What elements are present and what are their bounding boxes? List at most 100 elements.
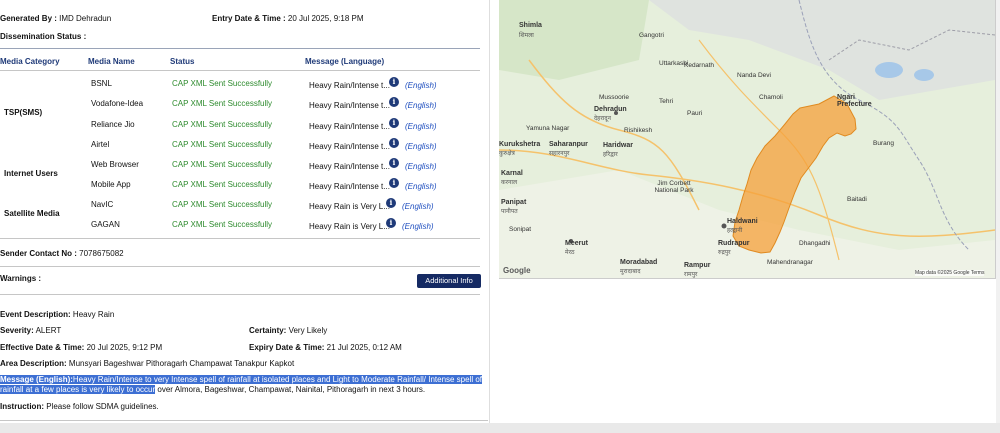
col-message-language: Message (Language) [305,57,385,66]
generated-by: Generated By : IMD Dehradun [0,14,112,23]
media-web-browser: Web Browser [91,160,139,169]
language-link[interactable]: (English) [405,81,437,90]
media-bsnl: BSNL [91,79,112,88]
status-text: CAP XML Sent Successfully [172,220,273,229]
map-label-devanagari: कुरुक्षेत्र [499,151,515,157]
map-attribution[interactable]: Map data ©2025 Google Terms [915,270,985,276]
severity: Severity: ALERT [0,326,62,335]
message-highlight: rainfall at a few places is very likely … [0,385,156,394]
expiry-datetime: Expiry Date & Time: 21 Jul 2025, 0:12 AM [249,343,402,352]
status-text: CAP XML Sent Successfully [172,99,273,108]
message-preview: Heavy Rain/Intense t... [309,81,390,90]
alert-area-map[interactable]: Shimla शिमला Gangotri Dehradun देहरादून … [499,0,996,279]
map-label-devanagari: सहारनपुर [549,151,570,157]
entry-datetime: Entry Date & Time : 20 Jul 2025, 9:18 PM [212,14,364,23]
map-label: Jim Corbett National Park [654,180,694,194]
language-link[interactable]: (English) [402,202,434,211]
map-lake [875,62,903,78]
map-label-devanagari: करनाल [501,180,518,186]
info-icon[interactable]: i [386,198,396,208]
map-label-devanagari: हल्द्वानी [727,228,743,234]
language-link[interactable]: (English) [405,162,437,171]
map-label: Baitadi [847,196,867,203]
map-label-devanagari: रामपुर [684,272,698,278]
map-label: Kurukshetra [499,141,541,148]
additional-info-button[interactable]: Additional Info [417,274,481,288]
certainty: Certainty: Very Likely [249,326,328,335]
map-label: Kedarnath [684,62,714,69]
media-mobile-app: Mobile App [91,180,131,189]
map-label-devanagari: रुद्रपुर [718,250,731,256]
info-icon[interactable]: i [389,118,399,128]
instruction: Instruction: Please follow SDMA guidelin… [0,402,159,411]
message-highlight: Heavy Rain/Intense to very Intense spell… [72,375,483,384]
message-preview: Heavy Rain is Very L... [309,202,390,211]
status-text: CAP XML Sent Successfully [172,200,273,209]
map-label: Rampur [684,262,711,269]
map-lake [914,69,934,81]
map-label: Yamuna Nagar [526,125,570,132]
message-preview: Heavy Rain/Intense t... [309,162,390,171]
page-scrollbar[interactable] [996,0,1000,433]
status-text: CAP XML Sent Successfully [172,79,273,88]
map-label: Tehri [659,98,674,105]
google-logo: Google [503,266,531,275]
info-icon[interactable]: i [389,158,399,168]
language-link[interactable]: (English) [402,222,434,231]
info-icon[interactable]: i [389,178,399,188]
category-satellite-media: Satellite Media [4,209,60,218]
map-label: Haridwar [603,142,633,149]
info-icon[interactable]: i [386,218,396,228]
category-tsp-sms: TSP(SMS) [4,108,43,117]
language-link[interactable]: (English) [405,142,437,151]
map-label-devanagari: मुरादाबाद [620,269,641,275]
status-text: CAP XML Sent Successfully [172,180,273,189]
language-link[interactable]: (English) [405,101,437,110]
map-label: Rishikesh [624,127,653,134]
map-label: Gangotri [639,32,664,39]
map-label: Dehradun [594,106,627,113]
event-description: Event Description: Heavy Rain [0,310,115,319]
status-text: CAP XML Sent Successfully [172,160,273,169]
map-canvas[interactable] [499,0,995,278]
info-icon[interactable]: i [389,77,399,87]
map-label: Karnal [501,170,523,177]
col-media-name: Media Name [88,57,135,66]
info-icon[interactable]: i [389,138,399,148]
divider [0,48,480,49]
map-label: Dhangadhi [799,240,831,247]
map-label-devanagari: मेरठ [565,250,575,256]
map-label: Shimla [519,22,542,29]
media-airtel: Airtel [91,140,110,149]
divider [0,70,480,71]
map-label: Rudrapur [718,240,750,247]
status-text: CAP XML Sent Successfully [172,120,273,129]
warnings-label: Warnings : [0,274,42,283]
map-label: Haldwani [727,218,758,225]
sender-contact: Sender Contact No : 7078675082 [0,249,124,258]
map-label: Chamoli [759,94,783,101]
map-label-devanagari: हरिद्वार [603,152,618,158]
media-vodafone-idea: Vodafone-Idea [91,99,144,108]
map-label: Sonipat [509,226,532,233]
panel-separator [489,0,490,433]
message-preview: Heavy Rain/Intense t... [309,101,390,110]
map-label: Panipat [501,199,527,206]
category-internet-users: Internet Users [4,169,58,178]
col-status: Status [170,57,195,66]
status-text: CAP XML Sent Successfully [172,140,273,149]
info-icon[interactable]: i [389,97,399,107]
map-label-devanagari: देहरादून [594,116,611,122]
language-link[interactable]: (English) [405,182,437,191]
map-label: Saharanpur [549,141,588,148]
message-preview: Heavy Rain is Very L... [309,222,390,231]
language-link[interactable]: (English) [405,122,437,131]
message-preview: Heavy Rain/Intense t... [309,142,390,151]
map-label: Nanda Devi [737,72,771,79]
map-label-devanagari: पानीपत [501,209,518,215]
map-label: Moradabad [620,259,658,266]
bottom-edge [0,423,1000,433]
message-preview: Heavy Rain/Intense t... [309,122,390,131]
map-label: Mussoorie [599,94,629,101]
effective-datetime: Effective Date & Time: 20 Jul 2025, 9:12… [0,343,163,352]
